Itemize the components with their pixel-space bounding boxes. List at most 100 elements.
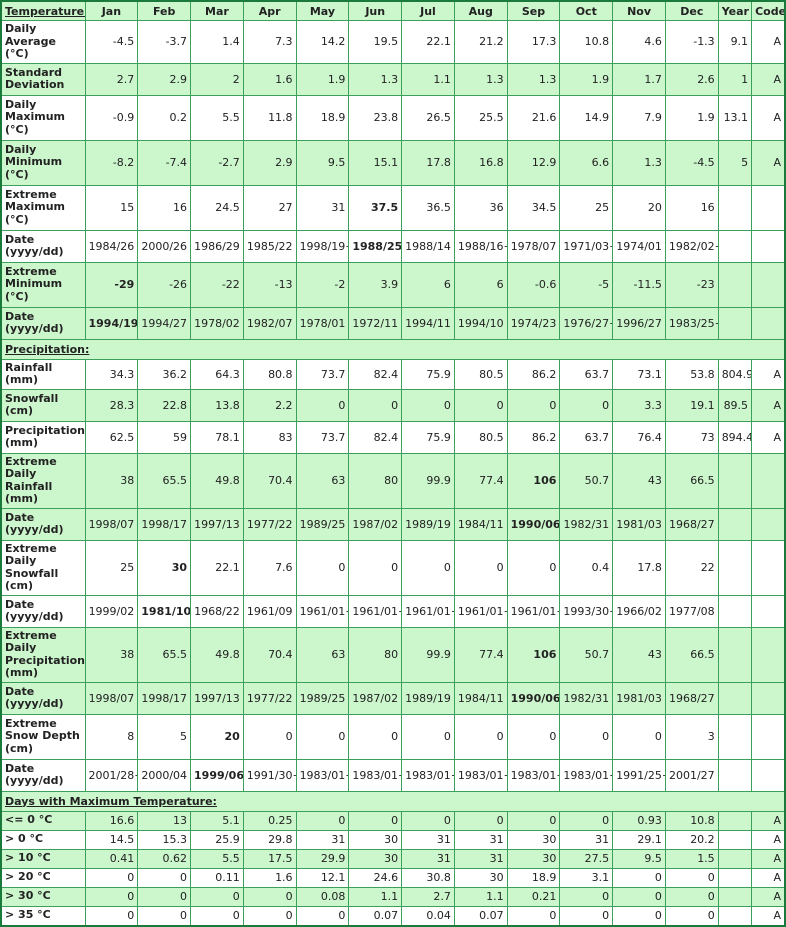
column-header-dec: Dec (664, 0, 719, 21)
cell-code-0-7 (751, 306, 786, 340)
cell-jul-0-1: 1.1 (401, 62, 455, 96)
cell-sep-1-5: 0 (506, 539, 561, 596)
cell-apr-2-0: 0.25 (242, 810, 297, 831)
cell-mar-2-4: 0 (190, 886, 244, 907)
cell-year-0-5 (717, 229, 753, 263)
row-label-date-yyyy-dd-1-4: Date (yyyy/dd) (0, 507, 86, 541)
cell-aug-0-1: 1.3 (453, 62, 508, 96)
cell-jun-0-3: 15.1 (348, 139, 403, 186)
row-label-snowfall-cm-1-1: Snowfall (cm) (0, 388, 86, 422)
cell-apr-1-5: 7.6 (242, 539, 297, 596)
table-row: Date (yyyy/dd) 1994/19 1994/27 1978/02 1982/… (0, 306, 786, 340)
row-label-precipitation-mm-1-2: Precipitation (mm) (0, 420, 86, 454)
cell-nov-1-4: 1981/03 (612, 507, 666, 541)
row-label-gt-20-degc-2-3: > 20 °C (0, 867, 86, 888)
cell-jul-1-1: 0 (401, 388, 455, 422)
cell-sep-2-5: 0 (506, 905, 561, 926)
cell-jan-1-2: 62.5 (84, 420, 139, 454)
cell-jul-1-8: 1989/19 (401, 681, 455, 715)
cell-sep-1-7: 106 (506, 626, 561, 683)
cell-jan-2-0: 16.6 (84, 810, 139, 831)
cell-aug-2-5: 0.07 (453, 905, 508, 926)
cell-nov-0-3: 1.3 (612, 139, 666, 186)
cell-aug-0-2: 25.5 (453, 94, 508, 141)
table-row: Date (yyyy/dd)2001/28+2000/041999/061991… (0, 758, 786, 792)
cell-jun-0-2: 23.8 (348, 94, 403, 141)
cell-jan-0-6: -29 (84, 261, 139, 308)
cell-nov-2-0: 0.93 (612, 810, 666, 831)
cell-feb-1-8: 1998/17 (137, 681, 192, 715)
cell-mar-1-3: 49.8 (190, 452, 244, 509)
cell-feb-1-2: 59 (137, 420, 192, 454)
cell-jul-1-2: 75.9 (401, 420, 455, 454)
table-row: > 10 °C 0.41 0.62 5.5 17.5 29.9 30 31 31 30 27.5 9.… (0, 848, 786, 869)
cell-jun-1-5: 0 (348, 539, 403, 596)
cell-may-2-0: 0 (295, 810, 350, 831)
cell-sep-2-1: 30 (506, 829, 561, 850)
cell-jul-0-3: 17.8 (401, 139, 455, 186)
cell-may-1-4: 1989/25 (295, 507, 350, 541)
cell-may-0-2: 18.9 (295, 94, 350, 141)
cell-sep-2-2: 30 (506, 848, 561, 869)
cell-code-0-0: A (751, 20, 786, 64)
cell-nov-0-0: 4.6 (612, 20, 666, 64)
cell-aug-1-1: 0 (453, 388, 508, 422)
section-title-precipitation: Precipitation: (0, 338, 786, 360)
row-label-daily-average-degc-0-0: Daily Average (°C) (0, 20, 86, 64)
cell-dec-2-2: 1.5 (664, 848, 719, 869)
cell-apr-0-0: 7.3 (242, 20, 297, 64)
cell-mar-1-6: 1968/22 (190, 594, 244, 628)
cell-oct-1-2: 63.7 (559, 420, 614, 454)
column-header-jun: Jun (348, 0, 403, 21)
cell-aug-1-3: 77.4 (453, 452, 508, 509)
cell-jul-0-6: 6 (401, 261, 455, 308)
cell-oct-2-2: 27.5 (559, 848, 614, 869)
cell-jun-0-1: 1.3 (348, 62, 403, 96)
column-header-oct: Oct (559, 0, 614, 21)
cell-jun-1-6: 1961/01+ (348, 594, 403, 628)
cell-mar-0-3: -2.7 (190, 139, 244, 186)
cell-sep-1-1: 0 (506, 388, 561, 422)
cell-jan-1-8: 1998/07 (84, 681, 139, 715)
cell-sep-2-3: 18.9 (506, 867, 561, 888)
cell-mar-2-3: 0.11 (190, 867, 244, 888)
cell-dec-1-6: 1977/08 (664, 594, 719, 628)
cell-nov-2-1: 29.1 (612, 829, 666, 850)
cell-jul-2-2: 31 (401, 848, 455, 869)
cell-year-2-3 (717, 867, 753, 888)
row-label-date-yyyy-dd-0-7: Date (yyyy/dd) (0, 306, 86, 340)
cell-jul-0-4: 36.5 (401, 184, 455, 231)
row-label-daily-minimum-degc-0-3: Daily Minimum (°C) (0, 139, 86, 186)
cell-feb-0-3: -7.4 (137, 139, 192, 186)
cell-jan-0-3: -8.2 (84, 139, 139, 186)
cell-aug-1-8: 1984/11 (453, 681, 508, 715)
cell-aug-2-2: 31 (453, 848, 508, 869)
cell-sep-0-2: 21.6 (506, 94, 561, 141)
cell-may-1-7: 63 (295, 626, 350, 683)
cell-aug-1-5: 0 (453, 539, 508, 596)
cell-jun-0-7: 1972/11 (348, 306, 403, 340)
cell-jun-2-4: 1.1 (348, 886, 403, 907)
cell-code-2-0: A (751, 810, 786, 831)
column-header-sep: Sep (506, 0, 561, 21)
cell-code-0-2: A (751, 94, 786, 141)
cell-dec-1-1: 19.1 (664, 388, 719, 422)
table-row: Extreme Maximum (°C) 15 16 24.5 27 31 37.5 36.5… (0, 184, 786, 231)
cell-feb-0-2: 0.2 (137, 94, 192, 141)
cell-apr-2-2: 17.5 (242, 848, 297, 869)
cell-code-2-2: A (751, 848, 786, 869)
cell-code-2-1: A (751, 829, 786, 850)
row-label-date-yyyy-dd-1-10: Date (yyyy/dd) (0, 758, 86, 792)
cell-aug-2-1: 31 (453, 829, 508, 850)
cell-dec-1-7: 66.5 (664, 626, 719, 683)
row-label-daily-maximum-degc-0-2: Daily Maximum (°C) (0, 94, 86, 141)
column-header-mar: Mar (190, 0, 244, 21)
cell-jul-1-10: 1983/01+ (401, 758, 455, 792)
cell-oct-0-5: 1971/03+ (559, 229, 614, 263)
cell-oct-0-7: 1976/27+ (559, 306, 614, 340)
cell-jan-0-4: 15 (84, 184, 139, 231)
table-row: Daily Maximum (°C) -0.9 0.2 5.5 11.8 18.9 23.8… (0, 94, 786, 141)
cell-code-1-7 (751, 626, 786, 683)
cell-jan-1-10: 2001/28+ (84, 758, 139, 792)
cell-nov-1-5: 17.8 (612, 539, 666, 596)
